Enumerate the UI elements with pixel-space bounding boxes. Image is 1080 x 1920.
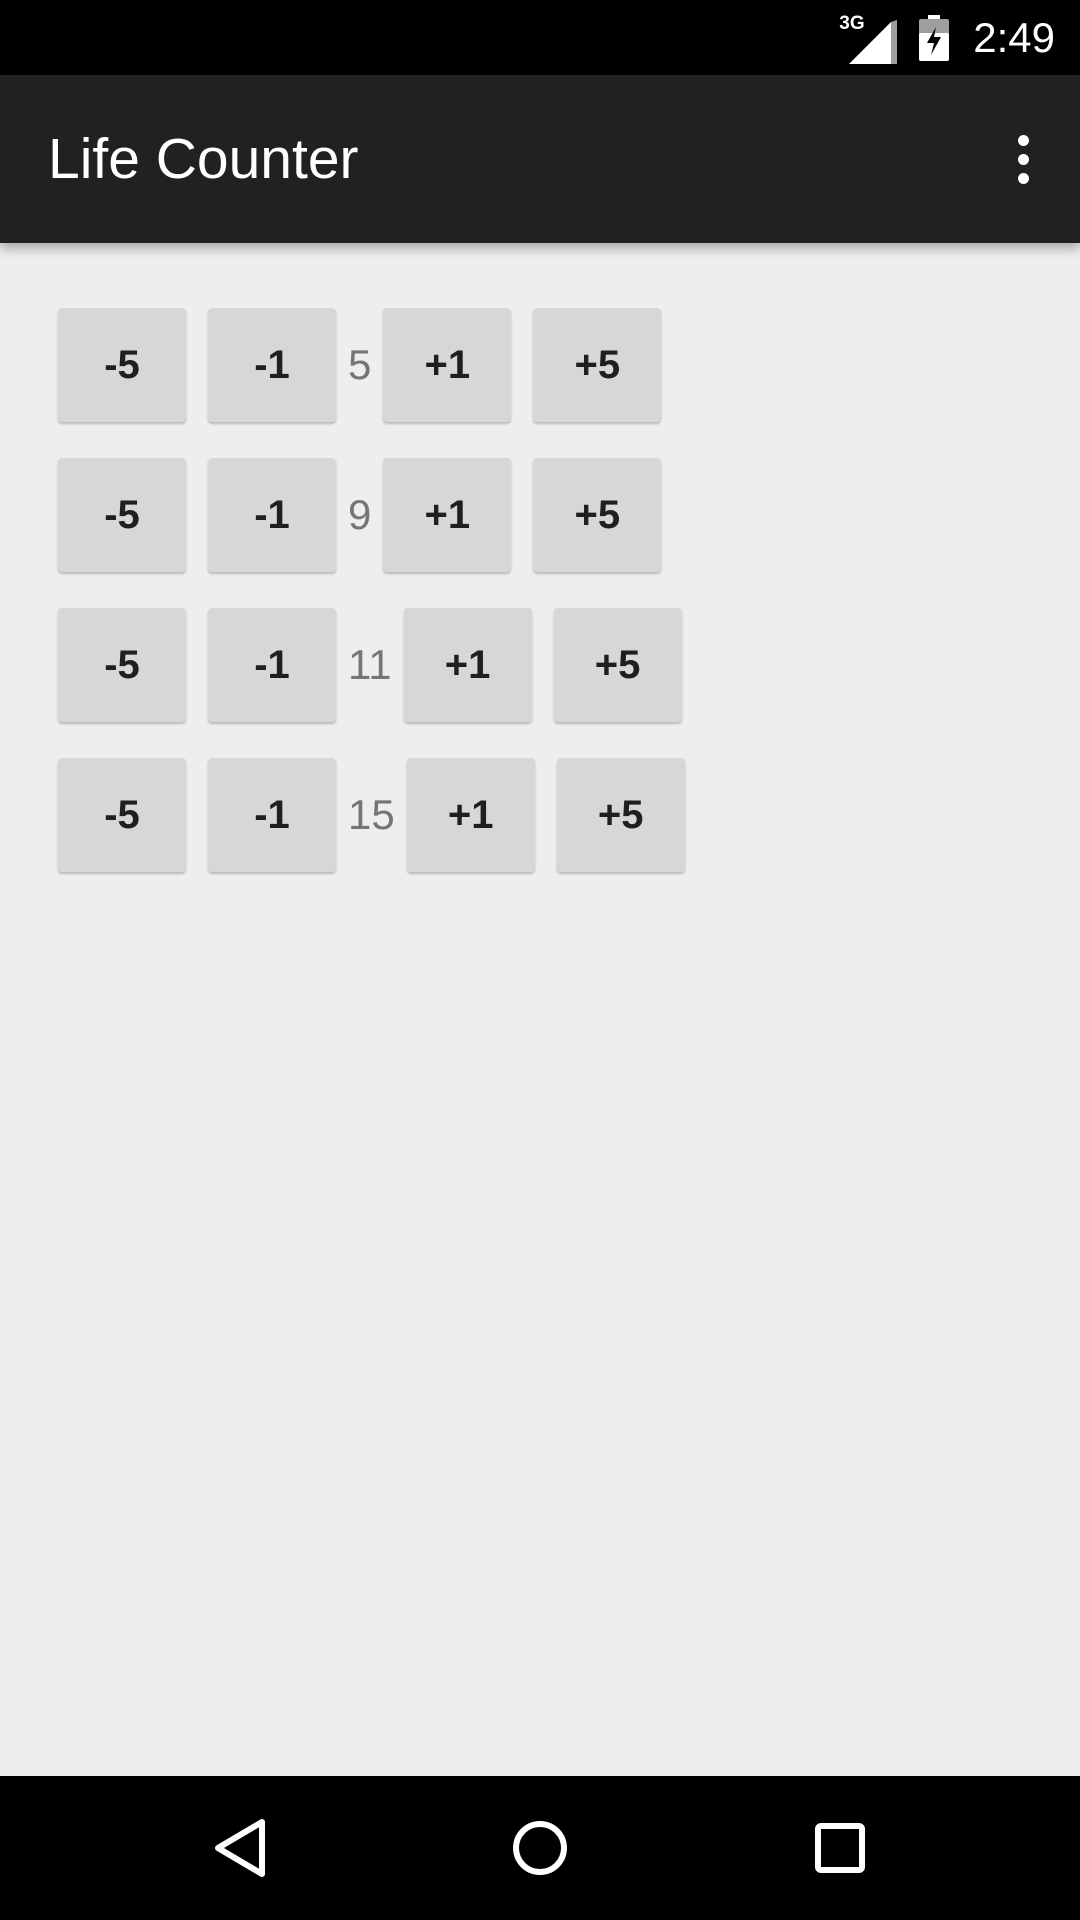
status-icons: 3G 2:49 — [839, 0, 1055, 75]
minus-5-button[interactable]: -5 — [58, 308, 186, 422]
back-icon — [215, 1819, 265, 1877]
navigation-bar — [0, 1776, 1080, 1920]
counter-row-1: -5 -1 5 +1 +5 — [58, 307, 662, 423]
plus-5-button[interactable]: +5 — [556, 758, 685, 872]
screen: 3G 2:49 Life Counter -5 -1 5 +1 +5 -5 -1… — [0, 0, 1080, 1920]
counter-row-4: -5 -1 15 +1 +5 — [58, 757, 685, 873]
overflow-dot — [1017, 134, 1029, 146]
plus-1-button[interactable]: +1 — [403, 608, 532, 722]
status-bar: 3G 2:49 — [0, 0, 1080, 75]
home-button[interactable] — [470, 1776, 610, 1920]
minus-1-button[interactable]: -1 — [208, 458, 336, 572]
counter-value: 15 — [348, 791, 395, 838]
counter-value: 9 — [348, 491, 372, 538]
battery-charging-icon — [919, 14, 950, 61]
home-icon — [513, 1821, 567, 1875]
counter-value: 5 — [348, 341, 372, 388]
plus-1-button[interactable]: +1 — [406, 758, 535, 872]
overflow-dot — [1017, 172, 1029, 184]
minus-5-button[interactable]: -5 — [58, 608, 186, 722]
recents-icon — [815, 1823, 865, 1873]
back-button[interactable] — [170, 1776, 310, 1920]
recents-button[interactable] — [770, 1776, 910, 1920]
signal-indicator: 3G — [839, 12, 899, 64]
minus-1-button[interactable]: -1 — [208, 308, 336, 422]
plus-1-button[interactable]: +1 — [383, 308, 512, 422]
app-bar: Life Counter — [0, 75, 1080, 243]
counter-list: -5 -1 5 +1 +5 -5 -1 9 +1 +5 -5 -1 11 +1 … — [0, 243, 1080, 1776]
minus-5-button[interactable]: -5 — [58, 758, 186, 872]
overflow-menu-icon[interactable] — [990, 119, 1056, 199]
plus-5-button[interactable]: +5 — [533, 458, 662, 572]
minus-1-button[interactable]: -1 — [208, 608, 336, 722]
plus-1-button[interactable]: +1 — [383, 458, 512, 572]
app-title: Life Counter — [48, 127, 359, 191]
counter-row-2: -5 -1 9 +1 +5 — [58, 457, 662, 573]
minus-1-button[interactable]: -1 — [208, 758, 336, 872]
counter-row-3: -5 -1 11 +1 +5 — [58, 607, 682, 723]
counter-value: 11 — [348, 641, 392, 688]
plus-5-button[interactable]: +5 — [533, 308, 662, 422]
signal-icon — [849, 19, 898, 64]
status-clock: 2:49 — [973, 13, 1055, 61]
overflow-dot — [1017, 153, 1029, 165]
plus-5-button[interactable]: +5 — [553, 608, 682, 722]
minus-5-button[interactable]: -5 — [58, 458, 186, 572]
